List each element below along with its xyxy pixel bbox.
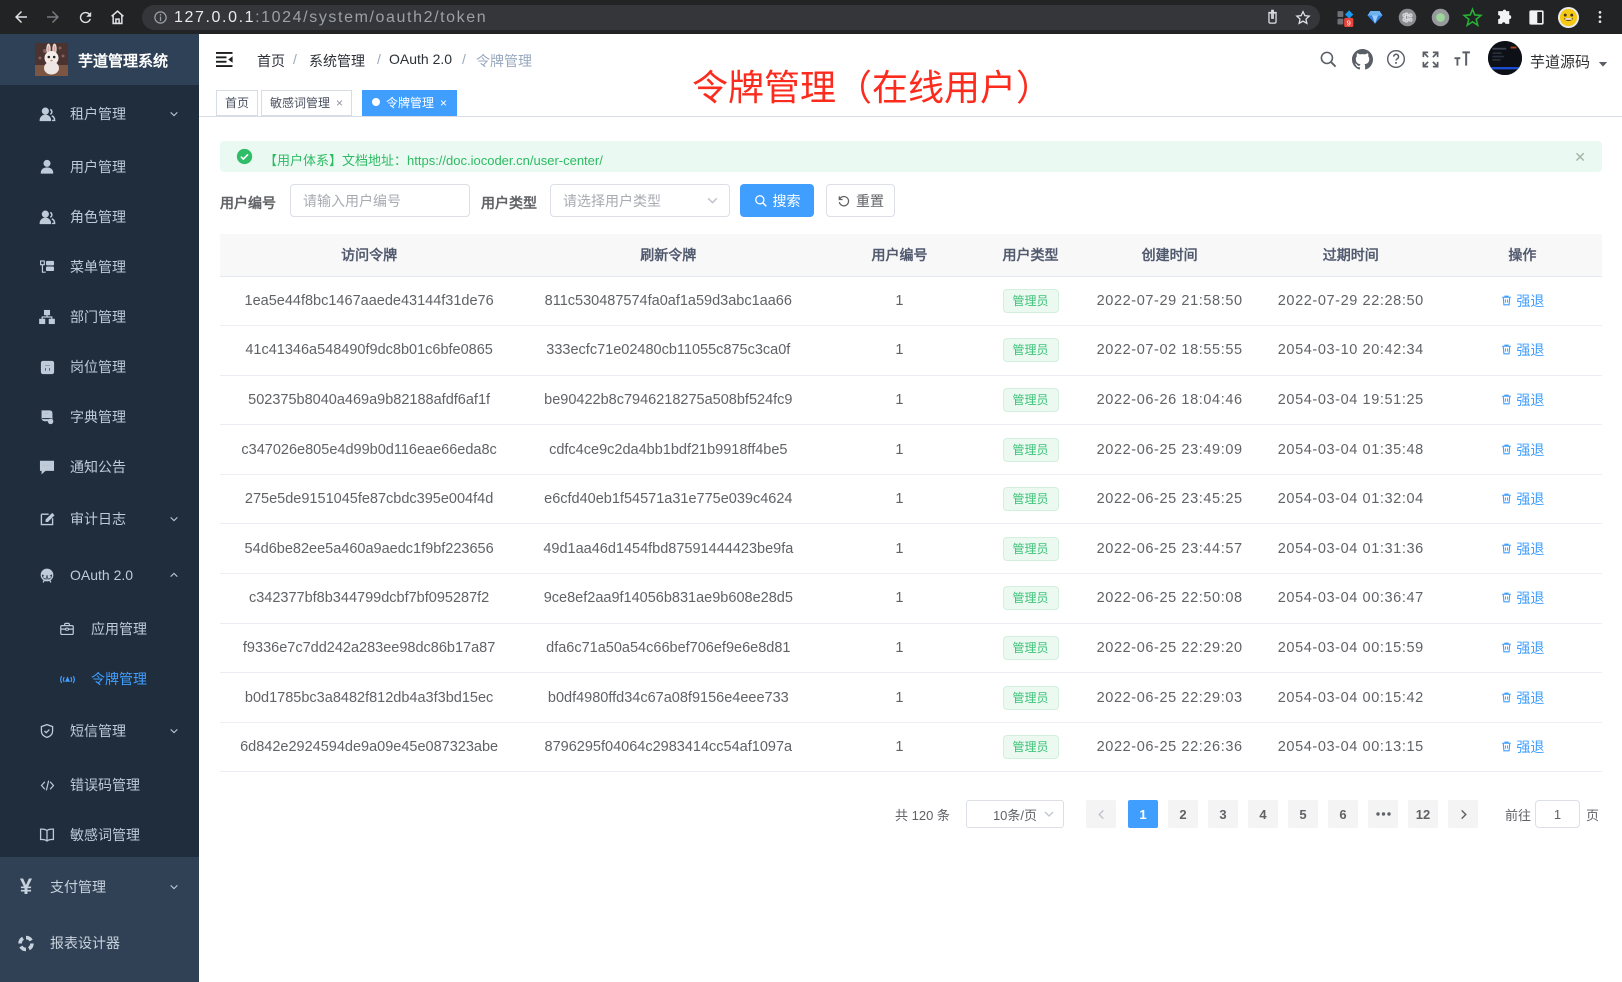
svg-text:9: 9 [1347,18,1351,27]
